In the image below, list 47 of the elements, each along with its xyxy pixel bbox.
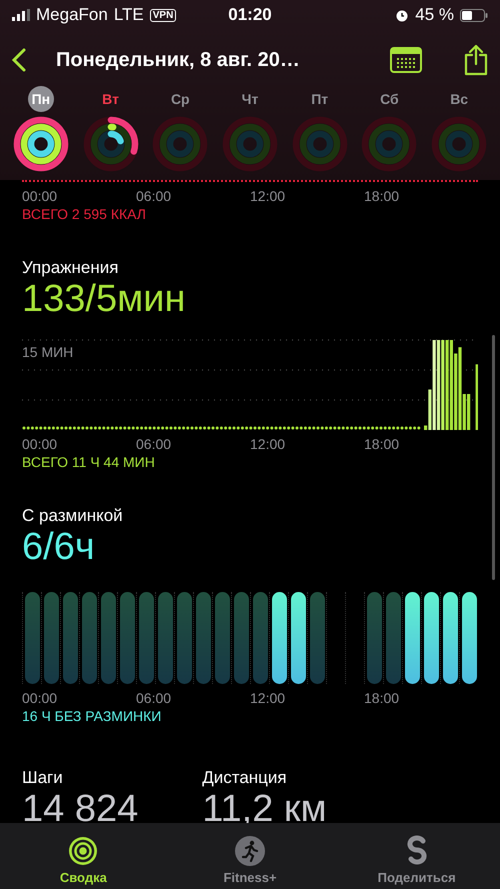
- alarm-icon: [395, 8, 410, 22]
- stat-label: Дистанция: [202, 768, 288, 788]
- weekday-label[interactable]: Чт: [236, 86, 263, 112]
- grid-label: 15 МИН: [22, 344, 74, 360]
- activity-rings-icon[interactable]: [12, 116, 69, 172]
- axis-label: 00:00: [22, 690, 58, 706]
- exercise-total: ВСЕГО 11 Ч 44 МИН: [22, 454, 156, 470]
- axis-label: 18:00: [364, 690, 400, 706]
- signal-icon: [12, 9, 30, 21]
- weekday-label[interactable]: Пт: [306, 86, 333, 112]
- stand-value: 6/6ч: [22, 526, 96, 568]
- section-title: С разминкой: [22, 506, 124, 526]
- move-total: ВСЕГО 2 595 ККАЛ: [22, 206, 147, 222]
- axis-label: 06:00: [136, 188, 172, 204]
- axis-label: 00:00: [22, 188, 58, 204]
- axis-label: 18:00: [364, 436, 400, 452]
- page-title: Понедельник, 8 авг. 20…: [56, 48, 301, 72]
- battery-icon: [460, 8, 488, 22]
- rings-icon: [67, 835, 100, 867]
- axis-label: 12:00: [250, 188, 286, 204]
- back-icon[interactable]: [12, 48, 26, 72]
- axis-label: 06:00: [136, 436, 172, 452]
- weekday-label[interactable]: Сб: [376, 86, 402, 112]
- calendar-icon[interactable]: [390, 47, 422, 73]
- weekday-label[interactable]: Ср: [167, 86, 194, 112]
- exercise-value: 133/5мин: [22, 278, 186, 320]
- carrier-name: MegaFon: [36, 5, 108, 25]
- axis-label: 00:00: [22, 436, 58, 452]
- tab-bar-item[interactable]: Поделиться: [333, 823, 500, 889]
- axis-label: 18:00: [364, 188, 400, 204]
- network-type: LTE: [114, 5, 144, 25]
- axis-label: 12:00: [250, 690, 286, 706]
- weekday-label[interactable]: Пн: [28, 86, 54, 112]
- stand-total: 16 Ч БЕЗ РАЗМИНКИ: [22, 708, 162, 724]
- share-icon[interactable]: [464, 44, 488, 76]
- vpn-badge: VPN: [150, 8, 176, 22]
- weekday-label[interactable]: Вт: [98, 86, 124, 112]
- section-title: Упражнения: [22, 258, 120, 278]
- stat-label: Шаги: [22, 768, 64, 788]
- battery-percent: 45 %: [415, 5, 454, 25]
- weekday-label[interactable]: Вс: [446, 86, 472, 112]
- activity-rings-icon[interactable]: [82, 116, 139, 172]
- clock: 01:20: [228, 5, 272, 25]
- scrollbar[interactable]: [492, 335, 495, 580]
- axis-label: 06:00: [136, 690, 172, 706]
- axis-label: 12:00: [250, 436, 286, 452]
- runner-icon: [234, 835, 266, 867]
